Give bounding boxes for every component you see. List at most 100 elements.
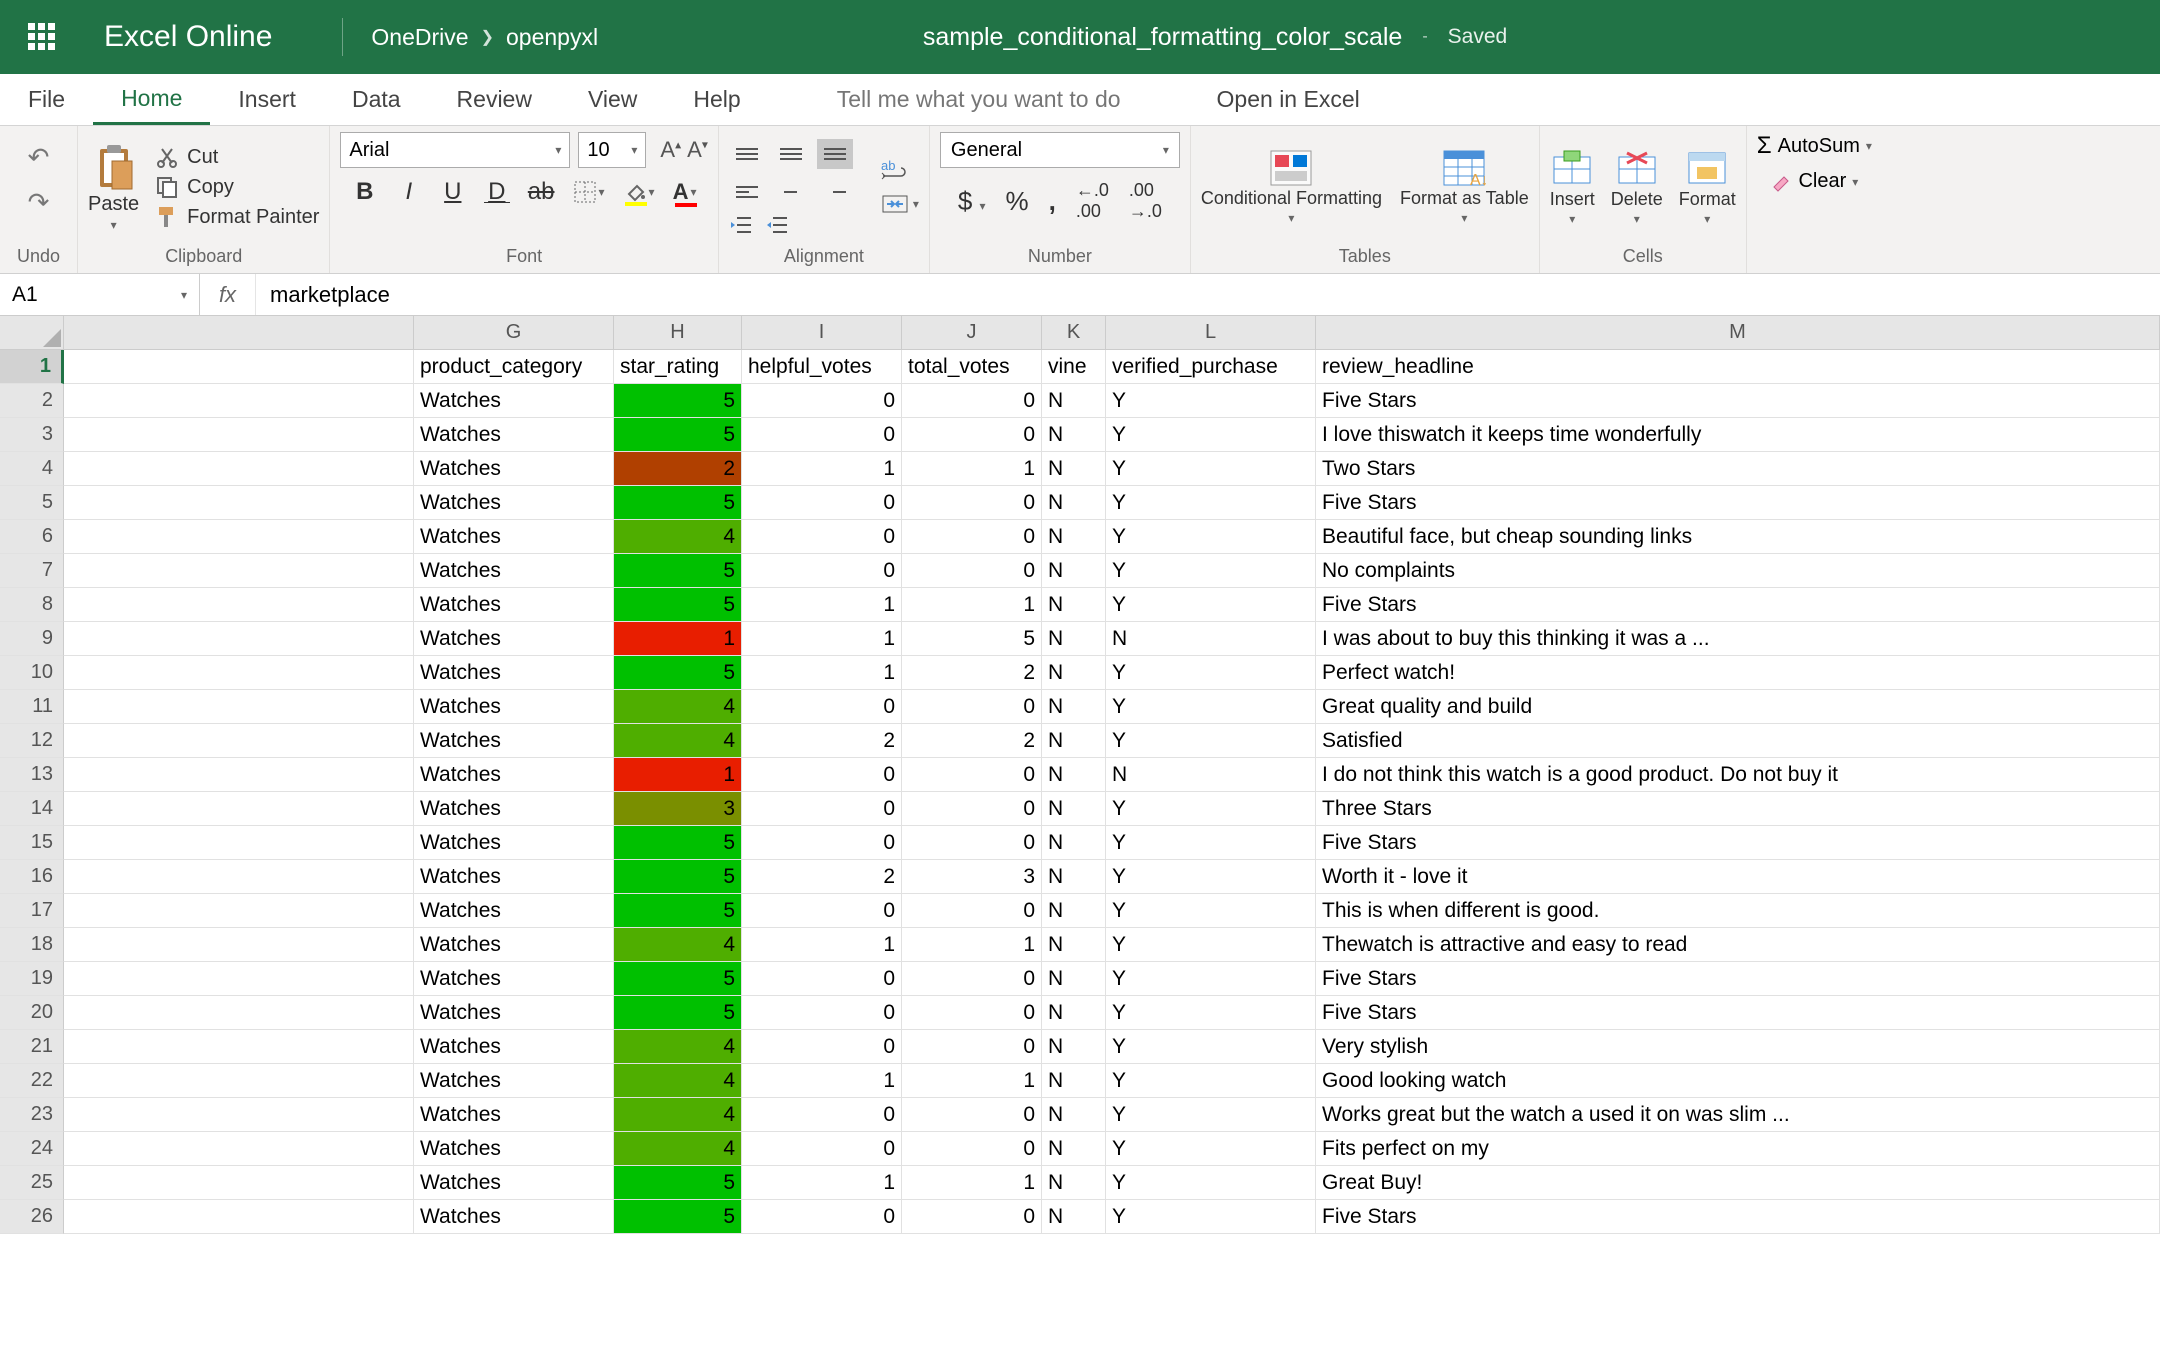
- delete-cells-button[interactable]: Delete ▾: [1611, 149, 1663, 226]
- align-left-button[interactable]: [729, 177, 765, 207]
- cell[interactable]: 0: [742, 962, 902, 996]
- cell[interactable]: N: [1042, 520, 1106, 554]
- col-header-G[interactable]: G: [414, 316, 614, 350]
- cell[interactable]: [64, 350, 414, 384]
- cell[interactable]: Watches: [414, 860, 614, 894]
- cell-star-rating[interactable]: 5: [614, 962, 742, 996]
- row-header[interactable]: 9: [0, 622, 64, 656]
- cell-star-rating[interactable]: 5: [614, 588, 742, 622]
- cell-star-rating[interactable]: 5: [614, 860, 742, 894]
- cell[interactable]: Watches: [414, 452, 614, 486]
- row-header[interactable]: 14: [0, 792, 64, 826]
- cell[interactable]: I love thiswatch it keeps time wonderful…: [1316, 418, 2160, 452]
- spreadsheet-grid[interactable]: G H I J K L M 1 product_category star_ra…: [0, 316, 2160, 1234]
- paste-button[interactable]: Paste ▾: [88, 143, 139, 232]
- cell[interactable]: Watches: [414, 384, 614, 418]
- cell[interactable]: Two Stars: [1316, 452, 2160, 486]
- cell[interactable]: [64, 724, 414, 758]
- cell[interactable]: 0: [902, 996, 1042, 1030]
- col-header-L[interactable]: L: [1106, 316, 1316, 350]
- cell[interactable]: Y: [1106, 860, 1316, 894]
- cell[interactable]: 0: [742, 996, 902, 1030]
- cell[interactable]: Y: [1106, 996, 1316, 1030]
- cell[interactable]: product_category: [414, 350, 614, 384]
- row-header[interactable]: 19: [0, 962, 64, 996]
- cell[interactable]: Five Stars: [1316, 486, 2160, 520]
- cell[interactable]: N: [1042, 826, 1106, 860]
- cell[interactable]: Y: [1106, 826, 1316, 860]
- open-in-excel-button[interactable]: Open in Excel: [1189, 74, 1388, 125]
- shrink-font-button[interactable]: A▾: [687, 137, 708, 163]
- cell[interactable]: [64, 656, 414, 690]
- cell[interactable]: N: [1042, 588, 1106, 622]
- cell[interactable]: Five Stars: [1316, 384, 2160, 418]
- cell-star-rating[interactable]: 3: [614, 792, 742, 826]
- cell[interactable]: total_votes: [902, 350, 1042, 384]
- cell-star-rating[interactable]: 4: [614, 690, 742, 724]
- grow-font-button[interactable]: A▴: [660, 137, 681, 163]
- breadcrumb-folder[interactable]: openpyxl: [506, 24, 598, 51]
- cell[interactable]: Fits perfect on my: [1316, 1132, 2160, 1166]
- cell[interactable]: [64, 520, 414, 554]
- cell[interactable]: Watches: [414, 520, 614, 554]
- cell[interactable]: 0: [902, 962, 1042, 996]
- cell[interactable]: Y: [1106, 418, 1316, 452]
- cell[interactable]: Watches: [414, 1064, 614, 1098]
- cell-star-rating[interactable]: 4: [614, 1064, 742, 1098]
- cell-star-rating[interactable]: 5: [614, 1166, 742, 1200]
- cell[interactable]: Thewatch is attractive and easy to read: [1316, 928, 2160, 962]
- cell-star-rating[interactable]: 5: [614, 656, 742, 690]
- cell[interactable]: N: [1042, 962, 1106, 996]
- cell[interactable]: N: [1042, 860, 1106, 894]
- cell[interactable]: Y: [1106, 384, 1316, 418]
- col-header-K[interactable]: K: [1042, 316, 1106, 350]
- increase-decimal-button[interactable]: ←.0.00: [1076, 180, 1109, 222]
- cell[interactable]: N: [1042, 690, 1106, 724]
- cell[interactable]: 1: [742, 656, 902, 690]
- cell[interactable]: This is when different is good.: [1316, 894, 2160, 928]
- cell[interactable]: [64, 554, 414, 588]
- cell[interactable]: Watches: [414, 1200, 614, 1234]
- cell[interactable]: Watches: [414, 622, 614, 656]
- cell[interactable]: N: [1042, 792, 1106, 826]
- row-header[interactable]: 22: [0, 1064, 64, 1098]
- cell[interactable]: [64, 622, 414, 656]
- cell[interactable]: [64, 1030, 414, 1064]
- col-header-I[interactable]: I: [742, 316, 902, 350]
- cell[interactable]: 1: [742, 452, 902, 486]
- cell-star-rating[interactable]: 4: [614, 520, 742, 554]
- cell[interactable]: 1: [902, 1166, 1042, 1200]
- row-header[interactable]: 16: [0, 860, 64, 894]
- cell[interactable]: Y: [1106, 928, 1316, 962]
- cell[interactable]: Watches: [414, 588, 614, 622]
- row-header[interactable]: 26: [0, 1200, 64, 1234]
- cell[interactable]: 0: [742, 554, 902, 588]
- cell[interactable]: 1: [902, 928, 1042, 962]
- double-underline-button[interactable]: D: [484, 181, 510, 204]
- cell[interactable]: Watches: [414, 962, 614, 996]
- tab-insert[interactable]: Insert: [210, 74, 324, 125]
- cell[interactable]: 1: [902, 1064, 1042, 1098]
- document-title[interactable]: sample_conditional_formatting_color_scal…: [923, 23, 1402, 52]
- cell[interactable]: 1: [902, 452, 1042, 486]
- row-header[interactable]: 25: [0, 1166, 64, 1200]
- cell-star-rating[interactable]: 2: [614, 452, 742, 486]
- cell[interactable]: Y: [1106, 520, 1316, 554]
- cell[interactable]: 1: [902, 588, 1042, 622]
- cell-star-rating[interactable]: 5: [614, 384, 742, 418]
- cell[interactable]: [64, 1166, 414, 1200]
- cell[interactable]: 2: [902, 724, 1042, 758]
- cell[interactable]: Watches: [414, 996, 614, 1030]
- cell[interactable]: Watches: [414, 792, 614, 826]
- cell[interactable]: N: [1042, 758, 1106, 792]
- row-header[interactable]: 20: [0, 996, 64, 1030]
- cell[interactable]: Watches: [414, 826, 614, 860]
- format-cells-button[interactable]: Format ▾: [1679, 149, 1736, 226]
- row-header[interactable]: 10: [0, 656, 64, 690]
- app-launcher-icon[interactable]: [28, 23, 56, 51]
- cell[interactable]: Great Buy!: [1316, 1166, 2160, 1200]
- row-header[interactable]: 6: [0, 520, 64, 554]
- row-header[interactable]: 2: [0, 384, 64, 418]
- font-color-button[interactable]: A ▾: [673, 179, 697, 205]
- cell[interactable]: Watches: [414, 724, 614, 758]
